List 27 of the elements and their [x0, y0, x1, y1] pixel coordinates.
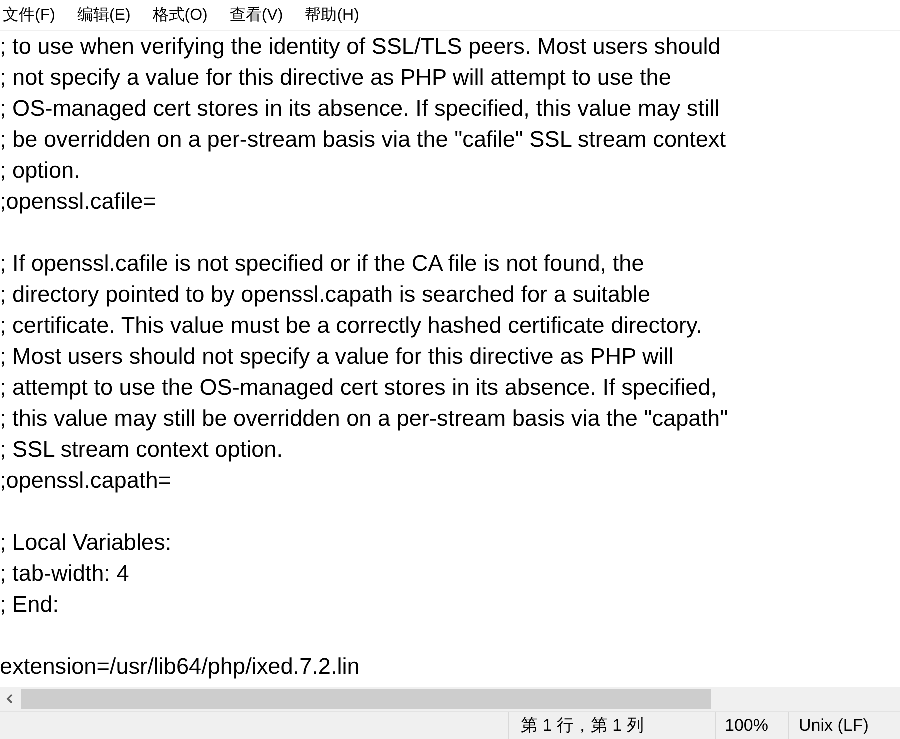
menu-item[interactable]: 查看(V) [226, 4, 284, 26]
zoom-level: 100% [715, 712, 788, 739]
text-line: extension=/usr/lib64/php/ixed.7.2.lin [0, 653, 360, 681]
text-line: ;openssl.capath= [0, 467, 172, 495]
text-line: ; OS-managed cert stores in its absence. If specified, this value may still [0, 95, 720, 123]
text-line: ; Most users should not specify a value for this directive as PHP will [0, 343, 674, 371]
text-line: ;openssl.cafile= [0, 188, 156, 216]
text-line: ; Local Variables: [0, 529, 172, 557]
menu-item[interactable]: 文件(F) [0, 4, 56, 26]
text-line: ; to use when verifying the identity of SSL/TLS peers. Most users should [0, 33, 721, 61]
scrollbar-thumb[interactable] [21, 689, 711, 709]
line-ending: Unix (LF) [788, 712, 900, 739]
text-line: ; not specify a value for this directive as PHP will attempt to use the [0, 64, 672, 92]
menu-item[interactable]: 编辑(E) [74, 4, 131, 26]
text-line: ; this value may still be overridden on a per-stream basis via the "capath" [0, 405, 728, 433]
text-line: ; tab-width: 4 [0, 560, 130, 588]
text-line: ; SSL stream context option. [0, 436, 283, 464]
text-line: ; End: [0, 591, 60, 619]
cursor-position: 第 1 行，第 1 列 [508, 712, 715, 739]
menu-item[interactable]: 格式(O) [150, 4, 208, 26]
text-line: ; option. [0, 157, 80, 185]
menu-item[interactable]: 帮助(H) [302, 4, 360, 26]
text-line: ; If openssl.cafile is not specified or if the CA file is not found, the [0, 250, 644, 278]
text-line: ; attempt to use the OS-managed cert stores in its absence. If specified, [0, 374, 718, 402]
text-line: ; be overridden on a per-stream basis via the "cafile" SSL stream context [0, 126, 726, 154]
text-line: ; certificate. This value must be a correctly hashed certificate directory. [0, 312, 702, 340]
text-line: ; directory pointed to by openssl.capath is searched for a suitable [0, 281, 651, 309]
